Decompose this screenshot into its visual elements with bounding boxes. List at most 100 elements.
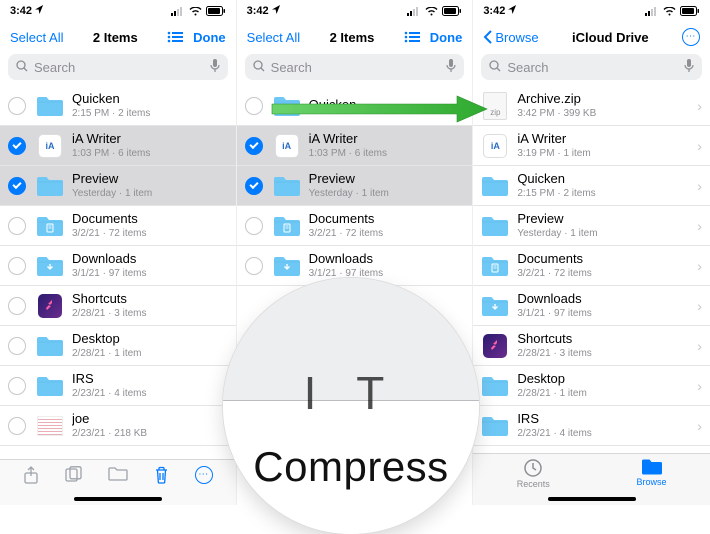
view-options-icon[interactable]	[167, 31, 183, 43]
signal-icon	[171, 7, 185, 16]
tab-label: Browse	[637, 477, 667, 487]
select-circle[interactable]	[8, 137, 26, 155]
search-field[interactable]: Search	[481, 54, 702, 80]
select-circle[interactable]	[8, 177, 26, 195]
search-field[interactable]: Search	[245, 54, 465, 80]
item-subtitle: Yesterday · 1 item	[72, 188, 228, 199]
item-icon: iA	[36, 134, 64, 158]
item-title: Quicken	[72, 92, 228, 106]
nav-bar: Select All 2 Items Done	[237, 22, 473, 52]
item-subtitle: 2/28/21 · 1 item	[72, 348, 228, 359]
search-field[interactable]: Search	[8, 54, 228, 80]
list-item[interactable]: iA iA Writer 1:03 PM · 6 items	[237, 126, 473, 166]
compress-menu-item[interactable]: Compress	[253, 443, 448, 491]
back-button[interactable]: Browse	[483, 30, 538, 45]
list-item[interactable]: IRS 2/23/21 · 4 items	[0, 366, 236, 406]
dictate-icon[interactable]	[446, 59, 456, 76]
search-placeholder: Search	[271, 60, 312, 75]
item-title: iA Writer	[517, 132, 693, 146]
select-circle[interactable]	[8, 217, 26, 235]
select-circle[interactable]	[8, 257, 26, 275]
trash-icon[interactable]	[154, 466, 169, 484]
select-circle[interactable]	[245, 97, 263, 115]
list-item[interactable]: Preview Yesterday · 1 item	[237, 166, 473, 206]
select-circle[interactable]	[245, 177, 263, 195]
list-item[interactable]: Documents 3/2/21 · 72 items ›	[473, 246, 710, 286]
list-item[interactable]: Preview Yesterday · 1 item ›	[473, 206, 710, 246]
chevron-right-icon: ›	[697, 178, 702, 194]
search-placeholder: Search	[34, 60, 75, 75]
select-all-button[interactable]: Select All	[247, 30, 300, 45]
select-circle[interactable]	[8, 97, 26, 115]
chevron-right-icon: ›	[697, 138, 702, 154]
list-item[interactable]: Preview Yesterday · 1 item	[0, 166, 236, 206]
list-item[interactable]: Quicken 2:15 PM · 2 items ›	[473, 166, 710, 206]
item-subtitle: 3/1/21 · 97 items	[309, 268, 465, 279]
more-icon[interactable]: ⋯	[195, 466, 213, 484]
item-subtitle: Yesterday · 1 item	[517, 228, 693, 239]
dictate-icon[interactable]	[210, 59, 220, 76]
chevron-right-icon: ›	[697, 98, 702, 114]
list-item[interactable]: Downloads 3/1/21 · 97 items	[0, 246, 236, 286]
list-item[interactable]: Downloads 3/1/21 · 97 items ›	[473, 286, 710, 326]
select-circle[interactable]	[8, 417, 26, 435]
nav-bar: Browse iCloud Drive ⋯	[473, 22, 710, 52]
chevron-right-icon: ›	[697, 258, 702, 274]
select-circle[interactable]	[245, 257, 263, 275]
item-title: Shortcuts	[517, 332, 693, 346]
nav-title: 2 Items	[330, 30, 375, 45]
item-icon	[481, 214, 509, 238]
select-circle[interactable]	[8, 377, 26, 395]
select-circle[interactable]	[8, 337, 26, 355]
list-item[interactable]: joe 2/23/21 · 218 KB	[0, 406, 236, 446]
home-indicator	[74, 497, 162, 501]
list-item[interactable]: Documents 3/2/21 · 72 items	[0, 206, 236, 246]
battery-icon	[442, 6, 462, 16]
dictate-icon[interactable]	[684, 59, 694, 76]
view-options-icon[interactable]	[404, 31, 420, 43]
tab-browse[interactable]: Browse	[637, 458, 667, 487]
list-item[interactable]: Quicken	[237, 86, 473, 126]
done-button[interactable]: Done	[430, 30, 463, 45]
item-subtitle: 2:15 PM · 2 items	[517, 188, 693, 199]
share-icon[interactable]	[23, 466, 39, 484]
item-title: Archive.zip	[517, 92, 693, 106]
list-item[interactable]: Desktop 2/28/21 · 1 item ›	[473, 366, 710, 406]
chevron-right-icon: ›	[697, 418, 702, 434]
list-item[interactable]: Desktop 2/28/21 · 1 item	[0, 326, 236, 366]
list-item[interactable]: Quicken 2:15 PM · 2 items	[0, 86, 236, 126]
magnifier-fragment: I T	[304, 366, 399, 420]
list-item[interactable]: IRS 2/23/21 · 4 items ›	[473, 406, 710, 446]
item-icon: zip	[481, 94, 509, 118]
list-item[interactable]: Shortcuts 2/28/21 · 3 items ›	[473, 326, 710, 366]
file-list: Quicken iA iA Writer 1:03 PM · 6 items P…	[237, 86, 473, 286]
item-subtitle: 2/23/21 · 4 items	[72, 388, 228, 399]
home-indicator	[548, 497, 636, 501]
item-icon: iA	[273, 134, 301, 158]
move-icon[interactable]	[108, 466, 128, 481]
item-icon	[273, 94, 301, 118]
list-item[interactable]: zip Archive.zip 3:42 PM · 399 KB ›	[473, 86, 710, 126]
item-icon	[36, 374, 64, 398]
file-list: zip Archive.zip 3:42 PM · 399 KB › iA iA…	[473, 86, 710, 446]
list-item[interactable]: iA iA Writer 3:19 PM · 1 item ›	[473, 126, 710, 166]
battery-icon	[680, 6, 700, 16]
list-item[interactable]: Shortcuts 2/28/21 · 3 items	[0, 286, 236, 326]
item-title: iA Writer	[72, 132, 228, 146]
select-circle[interactable]	[245, 137, 263, 155]
more-icon[interactable]: ⋯	[682, 28, 700, 46]
item-subtitle: 2/28/21 · 1 item	[517, 388, 693, 399]
select-circle[interactable]	[8, 297, 26, 315]
select-all-button[interactable]: Select All	[10, 30, 63, 45]
item-icon	[481, 254, 509, 278]
search-icon	[16, 60, 28, 75]
select-circle[interactable]	[245, 217, 263, 235]
tab-recents[interactable]: Recents	[517, 458, 550, 489]
item-title: Desktop	[72, 332, 228, 346]
list-item[interactable]: iA iA Writer 1:03 PM · 6 items	[0, 126, 236, 166]
item-title: Desktop	[517, 372, 693, 386]
duplicate-icon[interactable]	[65, 466, 83, 482]
item-title: Documents	[517, 252, 693, 266]
done-button[interactable]: Done	[193, 30, 226, 45]
list-item[interactable]: Documents 3/2/21 · 72 items	[237, 206, 473, 246]
